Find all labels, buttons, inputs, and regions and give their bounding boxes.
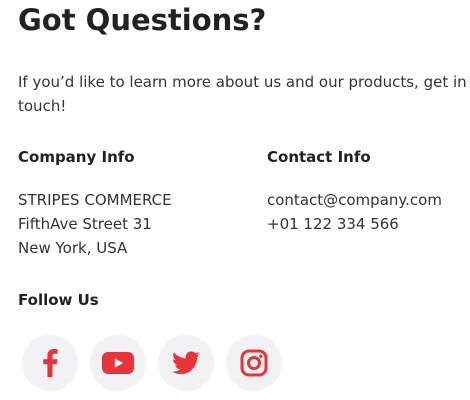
social-links (22, 335, 282, 391)
instagram-icon (240, 349, 268, 377)
facebook-button[interactable] (22, 335, 78, 391)
intro-text: If you’d like to learn more about us and… (18, 73, 467, 115)
company-info-details: STRIPES COMMERCE FifthAve Street 31 New … (18, 188, 172, 260)
youtube-icon (102, 352, 134, 374)
contact-phone[interactable]: +01 122 334 566 (267, 212, 442, 236)
company-info-heading: Company Info (18, 148, 135, 166)
company-name: STRIPES COMMERCE (18, 191, 172, 209)
contact-email[interactable]: contact@company.com (267, 188, 442, 212)
contact-info-heading: Contact Info (267, 148, 371, 166)
facebook-icon (42, 349, 58, 377)
follow-us-heading: Follow Us (18, 291, 99, 309)
twitter-icon (172, 351, 200, 375)
company-city: New York, USA (18, 239, 128, 257)
contact-info-details: contact@company.com +01 122 334 566 (267, 188, 442, 236)
page-title: Got Questions? (18, 3, 267, 37)
youtube-button[interactable] (90, 335, 146, 391)
instagram-button[interactable] (226, 335, 282, 391)
twitter-button[interactable] (158, 335, 214, 391)
company-street: FifthAve Street 31 (18, 215, 152, 233)
